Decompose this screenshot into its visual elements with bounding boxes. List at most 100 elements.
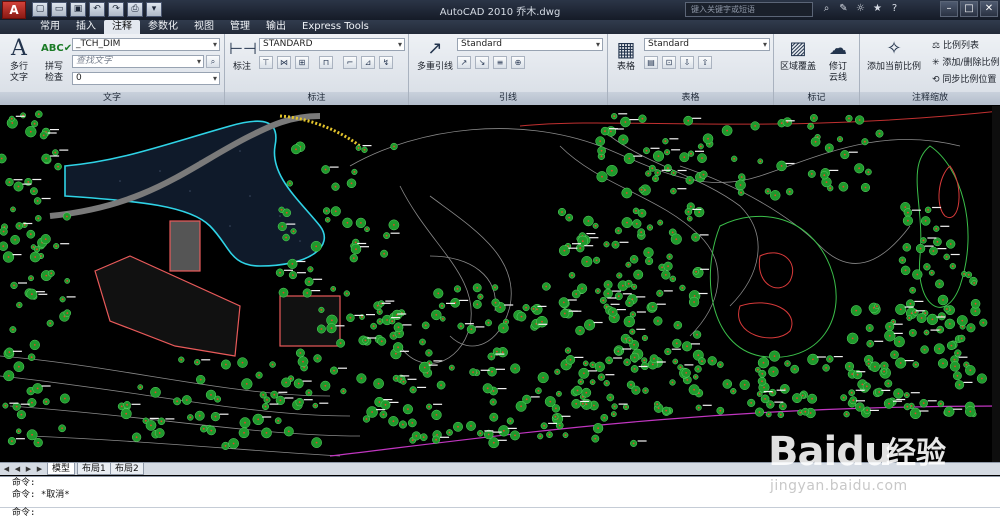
first-layout-arrow-icon[interactable]: ◀ <box>2 464 11 474</box>
baidu-watermark: Baidu 经验 jingyan.baidu.com <box>768 428 1000 519</box>
dim-continue-icon[interactable]: ⊓ <box>319 56 333 69</box>
table-label: 表格 <box>616 62 635 72</box>
download-table-icon[interactable]: ⇩ <box>680 56 694 69</box>
text-style-select[interactable]: _TCH_DIM <box>72 38 220 51</box>
multileader-label: 多重引线 <box>416 62 453 72</box>
panel-title-text[interactable]: 文字 <box>0 92 224 105</box>
tab-manage[interactable]: 管理 <box>222 20 258 34</box>
panel-title-leaders[interactable]: 引线 <box>409 92 607 105</box>
panel-markup: ▨ 区域覆盖 ☁ 修订 云线 标记 <box>774 34 860 105</box>
dimension-style-select[interactable]: STANDARD <box>259 38 405 51</box>
align-leaders-icon[interactable]: ≡ <box>493 56 507 69</box>
multiline-text-button[interactable]: A 多行 文字 <box>4 36 34 84</box>
add-current-scale-button[interactable]: ✧ 添加当前比例 <box>864 36 924 73</box>
plant-label-mark <box>669 138 679 140</box>
add-delete-scales-button[interactable]: ✳ 添加/删除比例 <box>932 55 999 68</box>
maximize-button[interactable]: □ <box>960 1 978 17</box>
drawing-area[interactable] <box>0 106 1000 462</box>
tree-center-mark <box>688 217 691 220</box>
table-style-select[interactable]: Standard <box>644 38 770 51</box>
table-button[interactable]: ▦ 表格 <box>612 36 640 73</box>
link-data-icon[interactable]: ⊡ <box>662 56 676 69</box>
tree-center-mark <box>949 243 952 245</box>
dim-jog-icon[interactable]: ⊿ <box>361 56 375 69</box>
find-text-input[interactable]: 查找文字 <box>72 55 204 68</box>
tree-center-mark <box>693 295 696 297</box>
tree-center-mark <box>938 347 941 350</box>
upload-table-icon[interactable]: ⇧ <box>698 56 712 69</box>
tab-output[interactable]: 输出 <box>258 20 294 34</box>
tree-center-mark <box>969 369 972 372</box>
collect-leaders-icon[interactable]: ⊕ <box>511 56 525 69</box>
panel-title-dimensions[interactable]: 标注 <box>225 92 408 105</box>
tab-view[interactable]: 视图 <box>186 20 222 34</box>
scale-list-button[interactable]: ⚖ 比例列表 <box>932 38 979 51</box>
plant-label-mark <box>149 417 159 419</box>
tree-center-mark <box>695 270 697 273</box>
vertical-scrollbar[interactable] <box>992 106 1000 462</box>
tree-center-mark <box>809 412 812 414</box>
dim-space-icon[interactable]: ⊞ <box>295 56 309 69</box>
prev-layout-arrow-icon[interactable]: ◀ <box>13 464 22 474</box>
extract-data-icon[interactable]: ▤ <box>644 56 658 69</box>
text-height-select[interactable]: 0 <box>72 72 220 85</box>
tree-center-mark <box>460 325 462 327</box>
tree-center-mark <box>967 273 970 276</box>
search-icon[interactable]: ⌕ <box>820 2 833 16</box>
next-layout-arrow-icon[interactable]: ▶ <box>24 464 33 474</box>
tree-center-mark <box>864 186 867 189</box>
dim-inspect-icon[interactable]: ⌐ <box>343 56 357 69</box>
tree-center-mark <box>160 420 163 423</box>
tab-model[interactable]: 模型 <box>47 463 76 475</box>
remove-leader-icon[interactable]: ↘ <box>475 56 489 69</box>
multileader-button[interactable]: ↗ 多重引线 <box>413 36 457 73</box>
panel-title-annotation-scaling[interactable]: 注释缩放 <box>860 92 1000 105</box>
panel-title-markup[interactable]: 标记 <box>774 92 859 105</box>
tree-center-mark <box>948 410 951 413</box>
tab-express-tools[interactable]: Express Tools <box>294 20 377 34</box>
panel-title-tables[interactable]: 表格 <box>608 92 773 105</box>
tab-parametric[interactable]: 参数化 <box>140 20 186 34</box>
revcloud-button[interactable]: ☁ 修订 云线 <box>822 36 854 84</box>
tree-center-mark <box>365 418 368 420</box>
tree-center-mark <box>643 359 646 362</box>
tree-center-mark <box>33 344 36 346</box>
add-leader-icon[interactable]: ↗ <box>457 56 471 69</box>
tree-center-mark <box>391 320 394 323</box>
dim-baseline-icon[interactable]: ⊤ <box>259 56 273 69</box>
dimension-button[interactable]: ⊢⊣ 标注 <box>229 36 257 73</box>
last-layout-arrow-icon[interactable]: ▶ <box>35 464 44 474</box>
help-icon[interactable]: ? <box>888 2 901 16</box>
wipeout-button[interactable]: ▨ 区域覆盖 <box>778 36 818 73</box>
tab-layout2[interactable]: 布局2 <box>110 463 144 475</box>
ribbon-tab-bar: 常用 插入 注释 参数化 视图 管理 输出 Express Tools <box>0 20 1000 34</box>
plant-label-mark <box>366 314 375 316</box>
sync-scale-positions-button[interactable]: ⟲ 同步比例位置 <box>932 72 996 85</box>
dim-break-icon[interactable]: ⋈ <box>277 56 291 69</box>
multileader-style-select[interactable]: Standard <box>457 38 603 51</box>
tree-center-mark <box>878 132 881 135</box>
tree-center-mark <box>135 436 138 439</box>
favorites-icon[interactable]: ★ <box>871 2 884 16</box>
tree-center-mark <box>963 273 965 275</box>
subscription-icon[interactable]: ✎ <box>837 2 850 16</box>
tab-annotate[interactable]: 注释 <box>104 20 140 34</box>
tree-center-mark <box>953 358 956 361</box>
table-icon: ▦ <box>616 37 636 61</box>
tree-center-mark <box>333 369 335 372</box>
dim-update-icon[interactable]: ↯ <box>379 56 393 69</box>
tab-home[interactable]: 常用 <box>32 20 68 34</box>
tree-center-mark <box>683 156 686 159</box>
tree-center-mark <box>288 182 291 185</box>
find-replace-icon[interactable]: ⌕ <box>206 55 220 68</box>
plant-label-mark <box>568 310 578 312</box>
minimize-button[interactable]: – <box>940 1 958 17</box>
tree-center-mark <box>659 221 662 224</box>
search-input[interactable]: 键入关键字或短语 <box>685 2 813 17</box>
tab-layout1[interactable]: 布局1 <box>77 463 111 475</box>
tab-insert[interactable]: 插入 <box>68 20 104 34</box>
communication-icon[interactable]: ☼ <box>854 2 867 16</box>
spellcheck-button[interactable]: ABC✔ 拼写 检查 <box>40 36 72 84</box>
tree-center-mark <box>948 323 951 325</box>
close-button[interactable]: ✕ <box>980 1 998 17</box>
